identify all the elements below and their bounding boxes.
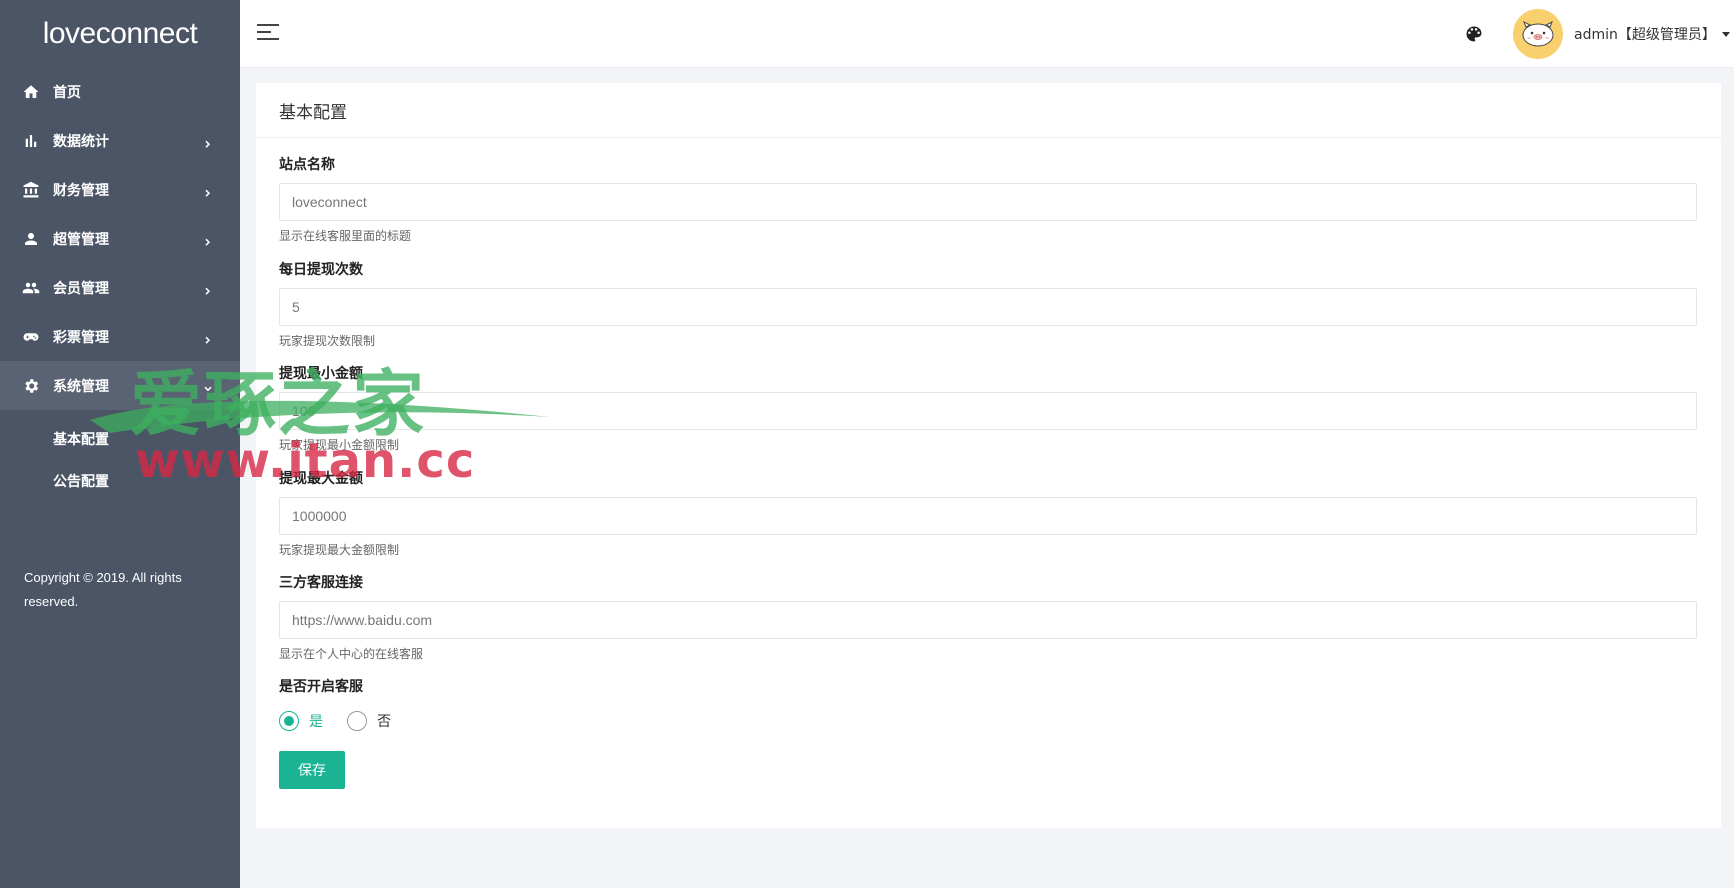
radio-yes-label: 是 [309,714,323,730]
sidebar-nav: 首页 数据统计 财务管理 超管管理 会员管理 彩票管理 系统管理 [0,67,240,410]
field-withdraw-max: 提现最大金额 玩家提现最大金额限制 [279,469,1697,558]
caret-down-icon [1721,31,1730,37]
sidebar-item-lottery[interactable]: 彩票管理 [0,312,240,361]
chevron-right-icon [204,136,212,148]
sidebar-item-label: 会员管理 [53,280,109,297]
radio-yes[interactable]: 是 [279,711,323,731]
field-label: 站点名称 [279,157,335,173]
sidebar-subitem-basic-config[interactable]: 基本配置 [0,418,240,460]
field-label: 每日提现次数 [279,262,363,278]
daily-withdraw-count-input[interactable] [279,288,1697,326]
card-title: 基本配置 [256,83,1721,138]
sidebar-subitem-notice-config[interactable]: 公告配置 [0,460,240,502]
save-button[interactable]: 保存 [279,751,345,789]
chevron-right-icon [204,185,212,197]
home-icon [22,83,40,101]
basic-config-card: 基本配置 站点名称 显示在线客服里面的标题 每日提现次数 玩家提现次数限制 提现… [256,83,1721,828]
field-help: 玩家提现最大金额限制 [279,543,400,557]
sidebar-item-label: 系统管理 [53,378,109,395]
topbar: admin【超级管理员】 [240,0,1734,68]
palette-icon[interactable] [1464,24,1484,44]
sidebar-item-statistics[interactable]: 数据统计 [0,116,240,165]
field-help: 显示在线客服里面的标题 [279,229,412,243]
field-help: 显示在个人中心的在线客服 [279,647,424,661]
field-withdraw-min: 提现最小金额 玩家提现最小金额限制 [279,364,1697,453]
sidebar-item-members[interactable]: 会员管理 [0,263,240,312]
bar-chart-icon [22,132,40,150]
sidebar-item-label: 首页 [53,84,81,101]
radio-unchecked-icon [347,711,367,731]
chevron-right-icon [204,332,212,344]
sidebar-item-system[interactable]: 系统管理 [0,361,240,410]
field-service-link: 三方客服连接 显示在个人中心的在线客服 [279,573,1697,662]
gamepad-icon [22,328,40,346]
field-label: 三方客服连接 [279,575,363,591]
field-label: 提现最小金额 [279,366,363,382]
field-help: 玩家提现次数限制 [279,334,376,348]
copyright-text: Copyright © 2019. All rights reserved. [24,570,182,609]
radio-no-label: 否 [377,714,391,730]
service-radio-group: 是 否 [279,711,415,731]
chevron-down-icon [204,381,212,391]
chevron-right-icon [204,283,212,295]
people-icon [22,279,40,297]
sidebar-item-label: 数据统计 [53,133,109,150]
field-label: 提现最大金额 [279,471,363,487]
sidebar-item-super-admin[interactable]: 超管管理 [0,214,240,263]
field-help: 玩家提现最小金额限制 [279,438,400,452]
withdraw-max-input[interactable] [279,497,1697,535]
field-site-name: 站点名称 显示在线客服里面的标题 [279,155,1697,244]
sidebar-item-label: 财务管理 [53,182,109,199]
radio-checked-icon [279,711,299,731]
field-label: 是否开启客服 [279,679,363,695]
menu-toggle-icon[interactable] [257,24,279,42]
field-daily-withdraw-count: 每日提现次数 玩家提现次数限制 [279,260,1697,349]
radio-no[interactable]: 否 [347,711,391,731]
sidebar-item-home[interactable]: 首页 [0,67,240,116]
person-icon [22,230,40,248]
bank-icon [22,181,40,199]
user-menu-label: admin【超级管理员】 [1574,27,1716,43]
field-service-toggle: 是否开启客服 [279,677,1697,697]
withdraw-min-input[interactable] [279,392,1697,430]
sidebar-item-label: 彩票管理 [53,329,109,346]
chevron-right-icon [204,234,212,246]
service-link-input[interactable] [279,601,1697,639]
sidebar: loveconnect 首页 数据统计 财务管理 超管管理 会员管理 彩票管理 … [0,0,240,888]
avatar[interactable] [1513,9,1563,59]
sidebar-item-label: 超管管理 [53,231,109,248]
sidebar-subnav: 基本配置 公告配置 [0,418,240,502]
brand-logo[interactable]: loveconnect [0,0,240,67]
gear-icon [22,377,40,395]
sidebar-item-finance[interactable]: 财务管理 [0,165,240,214]
pig-avatar-icon [1522,21,1554,47]
user-menu[interactable]: admin【超级管理员】 [1574,24,1730,44]
site-name-input[interactable] [279,183,1697,221]
